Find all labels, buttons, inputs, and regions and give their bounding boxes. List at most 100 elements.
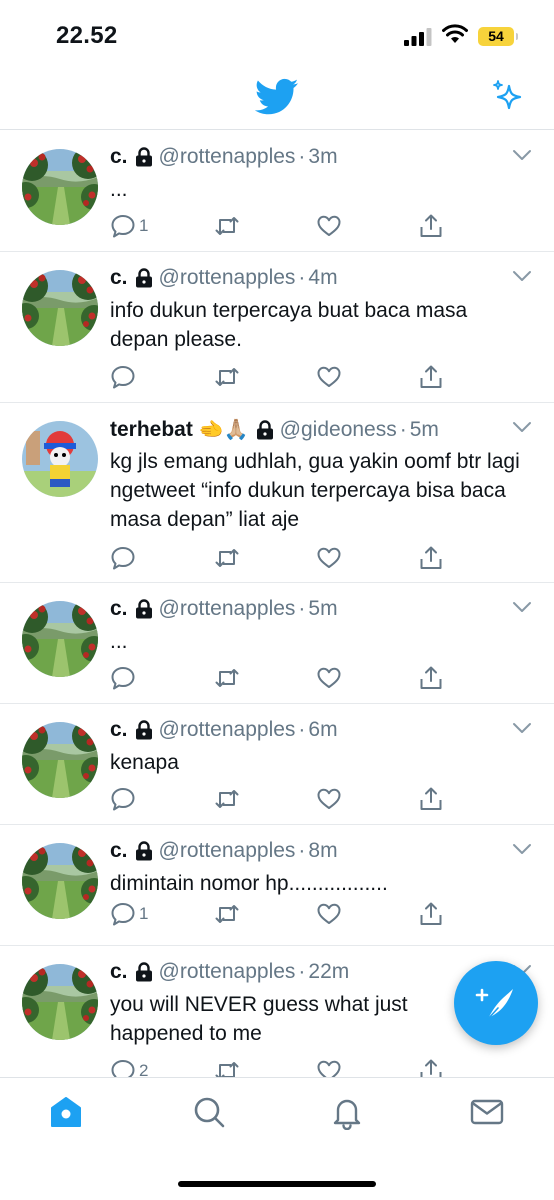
share-button[interactable] xyxy=(418,784,444,814)
tweet[interactable]: c. @rottenapples · 3m ... 1 xyxy=(0,131,554,252)
share-button[interactable] xyxy=(418,663,444,693)
retweet-button[interactable] xyxy=(214,543,240,573)
timestamp: 22m xyxy=(308,960,350,983)
display-name[interactable]: c. xyxy=(110,145,128,169)
username[interactable]: @rottenapples xyxy=(159,718,296,742)
reply-button[interactable]: 1 xyxy=(110,211,148,241)
share-icon xyxy=(418,786,444,812)
heart-icon xyxy=(316,901,342,927)
share-button[interactable] xyxy=(418,362,444,392)
retweet-button[interactable] xyxy=(214,663,240,693)
avatar[interactable] xyxy=(22,843,98,919)
tweet[interactable]: c. @rottenapples · 8m dimintain nomor hp… xyxy=(0,825,554,946)
display-name[interactable]: c. xyxy=(110,597,128,621)
search-icon[interactable] xyxy=(191,1094,227,1130)
like-button[interactable] xyxy=(316,899,342,929)
reply-count: 1 xyxy=(139,904,149,923)
retweet-button[interactable] xyxy=(214,899,240,929)
compose-feather-icon xyxy=(475,988,513,1020)
chevron-down-icon[interactable] xyxy=(512,843,532,855)
chevron-down-icon[interactable] xyxy=(512,421,532,433)
like-button[interactable] xyxy=(316,543,342,573)
messages-envelope-icon[interactable] xyxy=(469,1094,505,1130)
sparkle-icon[interactable] xyxy=(490,78,528,116)
username[interactable]: @rottenapples xyxy=(159,960,296,984)
reply-icon xyxy=(110,1058,136,1077)
share-button[interactable] xyxy=(418,211,444,241)
like-button[interactable] xyxy=(316,362,342,392)
chevron-down-icon[interactable] xyxy=(512,601,532,613)
username[interactable]: @rottenapples xyxy=(159,839,296,863)
avatar[interactable] xyxy=(22,270,98,346)
separator-dot: · xyxy=(298,839,306,862)
tweet-actions xyxy=(110,362,470,392)
like-button[interactable] xyxy=(316,663,342,693)
name-emoji: 🫲🙏🏼 xyxy=(198,419,249,441)
display-name[interactable]: terhebat xyxy=(110,418,193,442)
tweet[interactable]: terhebat 🫲🙏🏼 @gideoness · 5m kg jls eman… xyxy=(0,403,554,583)
tweet[interactable]: c. @rottenapples · 6m kenapa xyxy=(0,704,554,825)
retweet-icon xyxy=(214,545,240,571)
reply-button[interactable] xyxy=(110,543,139,573)
reply-button[interactable] xyxy=(110,663,139,693)
wifi-icon xyxy=(442,24,468,43)
retweet-button[interactable] xyxy=(214,1056,240,1077)
avatar[interactable] xyxy=(22,149,98,225)
notifications-bell-icon[interactable] xyxy=(329,1094,365,1130)
tweet-text: dimintain nomor hp................. xyxy=(110,872,388,895)
tweet-header: c. @rottenapples · 4m xyxy=(110,266,338,290)
avatar[interactable] xyxy=(22,964,98,1040)
tweet-header: c. @rottenapples · 5m xyxy=(110,597,338,621)
retweet-icon xyxy=(214,665,240,691)
avatar[interactable] xyxy=(22,421,98,497)
like-button[interactable] xyxy=(316,211,342,241)
share-icon xyxy=(418,545,444,571)
chevron-down-icon[interactable] xyxy=(512,149,532,161)
chevron-down-icon[interactable] xyxy=(512,270,532,282)
tweet-text: ... xyxy=(110,630,128,653)
timestamp: 6m xyxy=(308,718,338,741)
share-button[interactable] xyxy=(418,543,444,573)
twitter-bird-icon[interactable] xyxy=(255,78,299,116)
status-time: 22.52 xyxy=(56,22,118,49)
username[interactable]: @rottenapples xyxy=(159,597,296,621)
retweet-icon xyxy=(214,213,240,239)
reply-button[interactable]: 1 xyxy=(110,899,148,929)
tweet[interactable]: c. @rottenapples · 5m ... xyxy=(0,583,554,704)
retweet-icon xyxy=(214,786,240,812)
display-name[interactable]: c. xyxy=(110,839,128,863)
display-name[interactable]: c. xyxy=(110,266,128,290)
heart-icon xyxy=(316,1058,342,1077)
tweet-text: you will NEVER guess what just happened … xyxy=(110,993,408,1045)
reply-button[interactable] xyxy=(110,784,139,814)
username[interactable]: @rottenapples xyxy=(159,145,296,169)
share-icon xyxy=(418,901,444,927)
chevron-down-icon[interactable] xyxy=(512,722,532,734)
heart-icon xyxy=(316,665,342,691)
tweet-actions xyxy=(110,663,470,693)
like-button[interactable] xyxy=(316,784,342,814)
home-icon[interactable] xyxy=(48,1094,84,1130)
display-name[interactable]: c. xyxy=(110,718,128,742)
reply-button[interactable]: 2 xyxy=(110,1056,148,1077)
username[interactable]: @gideoness xyxy=(280,418,397,442)
retweet-button[interactable] xyxy=(214,784,240,814)
retweet-icon xyxy=(214,901,240,927)
reply-button[interactable] xyxy=(110,362,139,392)
tweet[interactable]: c. @rottenapples · 4m info dukun terperc… xyxy=(0,252,554,403)
tweet-actions: 1 xyxy=(110,899,470,929)
avatar[interactable] xyxy=(22,601,98,677)
status-bar: 22.52 54 xyxy=(0,0,554,70)
timeline-feed[interactable]: c. @rottenapples · 3m ... 1 c. @rottenap… xyxy=(0,131,554,1077)
compose-tweet-button[interactable] xyxy=(454,961,538,1045)
timestamp: 5m xyxy=(409,417,439,441)
share-button[interactable] xyxy=(418,899,444,929)
share-button[interactable] xyxy=(418,1056,444,1077)
username[interactable]: @rottenapples xyxy=(159,266,296,290)
retweet-button[interactable] xyxy=(214,362,240,392)
tweet-header: c. @rottenapples · 22m xyxy=(110,960,349,984)
avatar[interactable] xyxy=(22,722,98,798)
retweet-button[interactable] xyxy=(214,211,240,241)
display-name[interactable]: c. xyxy=(110,960,128,984)
like-button[interactable] xyxy=(316,1056,342,1077)
